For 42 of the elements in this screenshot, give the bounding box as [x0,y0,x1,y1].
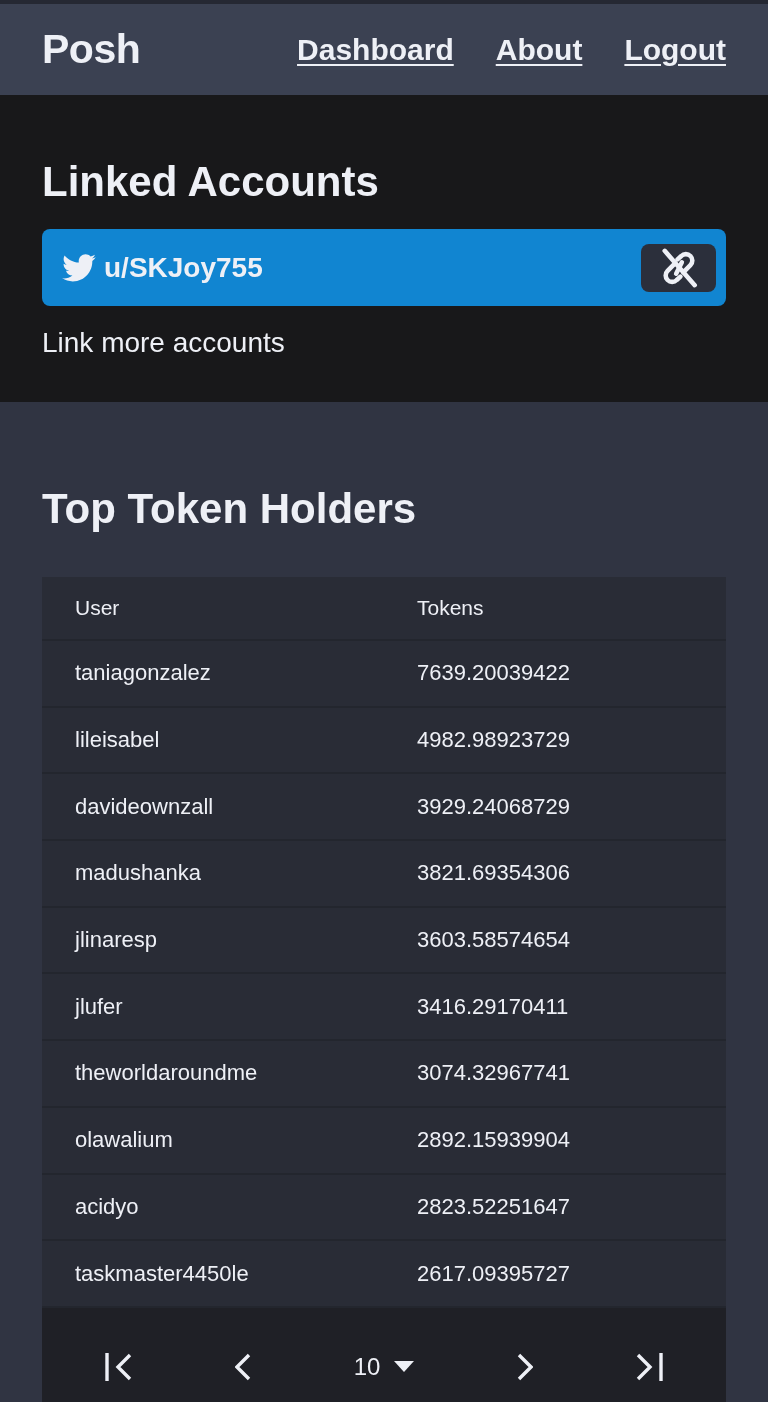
table-cell-text: 2823.52251647 [416,1193,571,1220]
table-cell-text: 7639.20039422 [416,660,571,687]
last-page-button[interactable] [634,1351,663,1382]
table-cell-text: jlufer [73,993,124,1020]
table-cell-text: 2892.15939904 [416,1127,571,1154]
column-header: User [74,596,121,620]
unlink-button[interactable] [641,243,716,292]
table-cell-text: olawalium [74,1127,174,1154]
bird-icon [62,253,96,282]
nav-link[interactable]: Dashboard [297,32,454,67]
page-size-select[interactable]: 10 [353,1352,415,1381]
previous-page-button[interactable] [235,1351,252,1382]
table-cell-text: 2617.09395727 [416,1260,571,1287]
table-cell-text: madushanka [74,860,202,887]
table-cell-text: 3821.69354306 [416,860,571,887]
caret-icon [394,1361,415,1373]
table-cell-text: acidyo [74,1193,140,1220]
table-cell-text: theworldaroundme [74,1060,259,1087]
table-cell-text: 3074.32967741 [416,1060,571,1087]
table-cell-text: 4982.98923729 [416,727,571,754]
table-cell-text: 3929.24068729 [416,793,571,820]
table-cell-text: taskmaster4450le [74,1260,250,1287]
table-cell-text: 3603.58574654 [416,927,571,954]
table-cell-text: 3416.29170411 [416,993,570,1020]
account-handle: u/SKJoy755 [104,251,263,284]
column-header: Tokens [416,596,485,620]
chevron-right-icon [516,1351,533,1382]
section-heading: Linked Accounts [42,157,380,207]
table-cell-text: lileisabel [74,727,161,754]
last-page-icon [634,1351,663,1382]
first-page-icon [105,1351,134,1382]
section-heading: Top Token Holders [42,484,418,534]
nav-link[interactable]: Logout [624,32,726,67]
link-more-accounts-link[interactable]: Link more accounts [42,325,285,361]
table-cell-text: taniagonzalez [74,660,212,687]
table-cell-text: davideownzall [74,793,215,820]
next-page-button[interactable] [516,1351,533,1382]
first-page-button[interactable] [105,1351,134,1382]
chevron-left-icon [235,1351,252,1382]
nav-link[interactable]: About [495,32,583,67]
table-cell-text: jlinaresp [73,927,158,954]
brand-logo[interactable]: Posh [42,26,141,73]
